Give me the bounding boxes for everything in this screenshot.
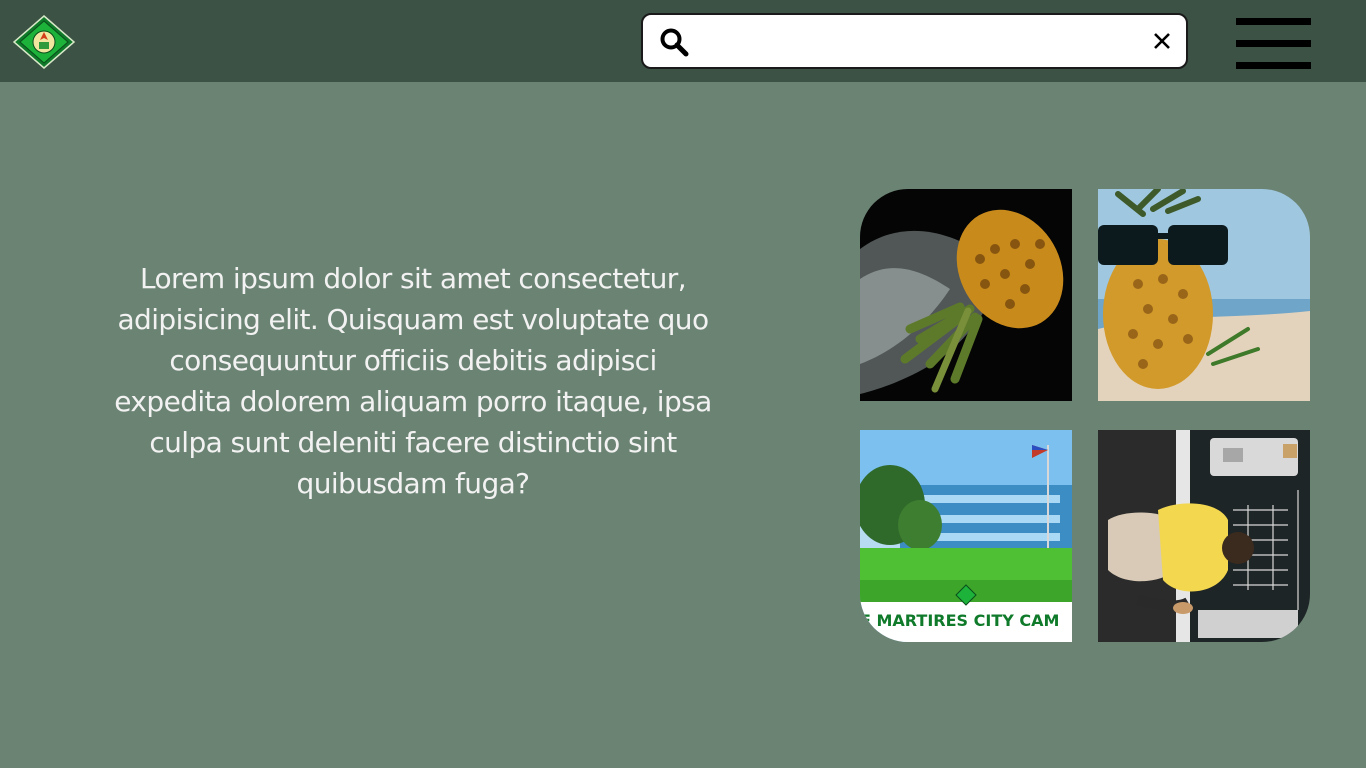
pineapple-splash-photo <box>860 189 1072 401</box>
person-at-chalkboard-photo <box>1098 430 1310 642</box>
intro-paragraph: Lorem ipsum dolor sit amet consectetur, … <box>114 262 712 500</box>
magnifier-icon[interactable] <box>659 27 689 57</box>
search-input[interactable] <box>703 21 1133 61</box>
campus-banner-text: E MARTIRES CITY CAM <box>860 611 1059 630</box>
campus-building-photo: E MARTIRES CITY CAM <box>860 430 1072 642</box>
school-seal-logo-icon[interactable] <box>12 15 76 69</box>
search-bar <box>641 13 1188 69</box>
pineapple-sunglasses-beach-photo <box>1098 189 1310 401</box>
top-navigation-bar <box>0 0 1366 82</box>
close-icon[interactable] <box>1150 29 1174 53</box>
hamburger-menu-icon[interactable] <box>1236 18 1311 70</box>
